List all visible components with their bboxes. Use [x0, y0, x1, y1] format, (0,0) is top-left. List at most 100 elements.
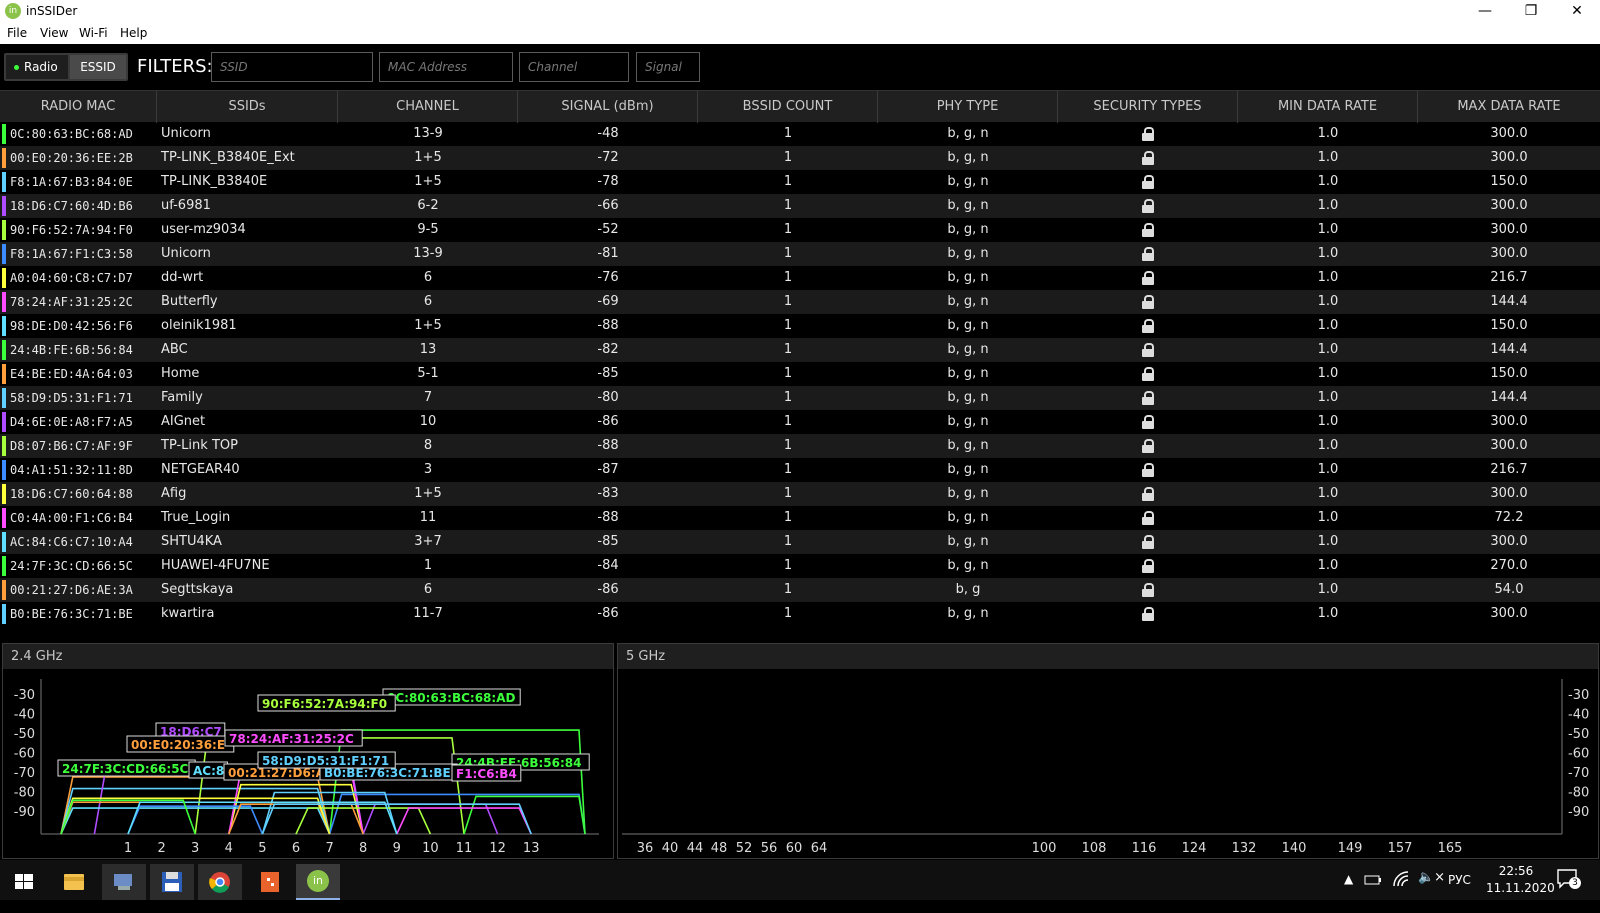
x-tick-label: 100	[1032, 841, 1057, 856]
table-row[interactable]: 04:A1:51:32:11:8D NETGEAR40 3 -87 1 b, g, n 1.…	[0, 458, 1600, 482]
file-explorer-icon[interactable]	[52, 864, 96, 900]
lock-icon	[1142, 126, 1154, 141]
row-color-marker	[2, 532, 6, 552]
cell-mac: 0C:80:63:BC:68:AD	[10, 127, 133, 141]
table-row[interactable]: 24:7F:3C:CD:66:5C HUAWEI-4FU7NE 1 -84 1 b, g,…	[0, 554, 1600, 578]
network-tag[interactable]: F1:C6:B4	[451, 764, 522, 782]
col-security-types[interactable]: SECURITY TYPES	[1058, 91, 1238, 123]
network-tag[interactable]: 58:D9:D5:31:F1:71	[257, 751, 396, 769]
network-tag[interactable]: 00:E0:20:36:E	[126, 735, 235, 753]
row-color-marker	[2, 292, 6, 312]
table-row[interactable]: A0:04:60:C8:C7:D7 dd-wrt 6 -76 1 b, g, n 1.0 21…	[0, 266, 1600, 290]
table-row[interactable]: 00:E0:20:36:EE:2B TP-LINK_B3840E_Ext 1+5 -7…	[0, 146, 1600, 170]
row-color-marker	[2, 172, 6, 192]
col-max-data-rate[interactable]: MAX DATA RATE	[1418, 91, 1600, 123]
cell-channel: 9-5	[417, 222, 439, 237]
cell-bssid: 1	[783, 534, 793, 549]
volume-muted-icon[interactable]: 🔈×	[1418, 870, 1445, 910]
col-signal[interactable]: SIGNAL (dBm)	[518, 91, 698, 123]
network-tag[interactable]: 0C:80:63:BC:68:AD	[382, 688, 521, 706]
chrome-icon[interactable]	[198, 864, 242, 900]
table-row[interactable]: F8:1A:67:B3:84:0E TP-LINK_B3840E 1+5 -78 1 b,…	[0, 170, 1600, 194]
menu-file[interactable]: File	[7, 26, 27, 40]
table-row[interactable]: D8:07:B6:C7:AF:9F TP-Link TOP 8 -88 1 b, g, n…	[0, 434, 1600, 458]
cell-signal: -88	[597, 318, 619, 333]
col-phy-type[interactable]: PHY TYPE	[878, 91, 1058, 123]
table-row[interactable]: 18:D6:C7:60:64:88 Afig 1+5 -83 1 b, g, n 1.0 30…	[0, 482, 1600, 506]
cell-mac: C0:4A:00:F1:C6:B4	[10, 511, 133, 525]
clock[interactable]: 22:56 11.11.2020	[1486, 864, 1555, 904]
close-button[interactable]: ✕	[1554, 0, 1600, 22]
table-row[interactable]: F8:1A:67:F1:C3:58 Unicorn 13-9 -81 1 b, g, n 1…	[0, 242, 1600, 266]
save-disk-icon[interactable]	[150, 864, 194, 900]
table-row[interactable]: 58:D9:D5:31:F1:71 Family 7 -80 1 b, g, n 1.0 14…	[0, 386, 1600, 410]
battery-icon[interactable]	[1364, 872, 1382, 888]
security-cell	[1058, 122, 1238, 146]
menu-wifi[interactable]: Wi-Fi	[79, 26, 108, 40]
y-tick-label: -50	[1568, 727, 1589, 742]
notification-center[interactable]: 3	[1556, 868, 1581, 908]
table-row[interactable]: 00:21:27:D6:AE:3A Segttskaya 6 -86 1 b, g 1.0 5…	[0, 578, 1600, 602]
cell-max: 216.7	[1490, 270, 1528, 285]
network-tag[interactable]: 78:24:AF:31:25:2C	[224, 729, 363, 747]
table-row[interactable]: 18:D6:C7:60:4D:B6 uf-6981 6-2 -66 1 b, g, n 1.…	[0, 194, 1600, 218]
office-app-icon[interactable]	[248, 864, 292, 900]
x-tick-label: 10	[422, 841, 439, 856]
network-tag[interactable]: AC:8	[188, 761, 228, 779]
network-app-icon[interactable]	[102, 864, 146, 900]
chevron-up-icon[interactable]: ▲	[1344, 872, 1353, 912]
table-row[interactable]: AC:84:C6:C7:10:A4 SHTU4KA 3+7 -85 1 b, g, n 1.…	[0, 530, 1600, 554]
cell-min: 1.0	[1317, 318, 1339, 333]
col-radio-mac[interactable]: RADIO MAC	[0, 91, 157, 123]
minimize-button[interactable]: —	[1462, 0, 1508, 22]
col-min-data-rate[interactable]: MIN DATA RATE	[1238, 91, 1418, 123]
signal-filter-input[interactable]: Signal	[636, 52, 700, 82]
menu-view[interactable]: View	[40, 26, 68, 40]
network-tag[interactable]: 90:F6:52:7A:94:F0	[257, 694, 396, 712]
col-channel[interactable]: CHANNEL	[338, 91, 518, 123]
windows-start-icon[interactable]	[2, 864, 46, 900]
cell-bssid: 1	[783, 342, 793, 357]
cell-min: 1.0	[1317, 534, 1339, 549]
x-tick-label: 36	[637, 841, 654, 856]
cell-channel: 10	[419, 414, 437, 429]
table-row[interactable]: D4:6E:0E:A8:F7:A5 AIGnet 10 -86 1 b, g, n 1.0 3…	[0, 410, 1600, 434]
table-row[interactable]: 98:DE:D0:42:56:F6 oleinik1981 1+5 -88 1 b, g,…	[0, 314, 1600, 338]
table-row[interactable]: C0:4A:00:F1:C6:B4 True_Login 11 -88 1 b, g, n…	[0, 506, 1600, 530]
lock-icon	[1142, 222, 1154, 237]
cell-channel: 1+5	[414, 174, 442, 189]
table-row[interactable]: 0C:80:63:BC:68:AD Unicorn 13-9 -48 1 b, g, n 1…	[0, 122, 1600, 146]
language-indicator[interactable]: РУС	[1448, 873, 1471, 913]
table-row[interactable]: 90:F6:52:7A:94:F0 user-mz9034 9-5 -52 1 b, g,…	[0, 218, 1600, 242]
table-row[interactable]: 24:4B:FE:6B:56:84 ABC 13 -82 1 b, g, n 1.0 144.…	[0, 338, 1600, 362]
table-row[interactable]: E4:BE:ED:4A:64:03 Home 5-1 -85 1 b, g, n 1.0 15…	[0, 362, 1600, 386]
inssider-taskbar-button[interactable]: in	[296, 864, 340, 900]
menu-help[interactable]: Help	[120, 26, 147, 40]
mac-filter-input[interactable]: MAC Address	[379, 52, 513, 82]
radio-toggle-button[interactable]: Radio	[6, 55, 68, 79]
restore-button[interactable]: ❐	[1508, 0, 1554, 22]
ssid-filter-input[interactable]: SSID	[211, 52, 373, 82]
essid-toggle-button[interactable]: ESSID	[70, 55, 126, 79]
cell-channel: 1+5	[414, 486, 442, 501]
security-cell	[1058, 410, 1238, 434]
cell-max: 144.4	[1490, 342, 1528, 357]
network-tag[interactable]: 24:7F:3C:CD:66:5C	[57, 759, 196, 777]
network-tag-label: 78:24:AF:31:25:2C	[229, 732, 354, 746]
col-ssids[interactable]: SSIDs	[157, 91, 338, 123]
table-row[interactable]: 78:24:AF:31:25:2C Butterfly 6 -69 1 b, g, n 1.…	[0, 290, 1600, 314]
cell-bssid: 1	[783, 606, 793, 621]
cell-ssid: Segttskaya	[161, 582, 234, 597]
cell-max: 300.0	[1490, 414, 1528, 429]
y-tick-label: -60	[1568, 747, 1589, 762]
col-bssid-count[interactable]: BSSID COUNT	[698, 91, 878, 123]
table-row[interactable]: B0:BE:76:3C:71:BE kwartira 11-7 -86 1 b, g, n…	[0, 602, 1600, 626]
cell-signal: -69	[597, 294, 619, 309]
cell-mac: D4:6E:0E:A8:F7:A5	[10, 415, 133, 429]
cell-max: 150.0	[1490, 174, 1528, 189]
wifi-icon[interactable]	[1392, 870, 1410, 888]
x-tick-label: 40	[662, 841, 679, 856]
title-bar: in inSSIDer — ❐ ✕	[0, 0, 1600, 22]
channel-filter-input[interactable]: Channel	[519, 52, 629, 82]
cell-bssid: 1	[783, 318, 793, 333]
